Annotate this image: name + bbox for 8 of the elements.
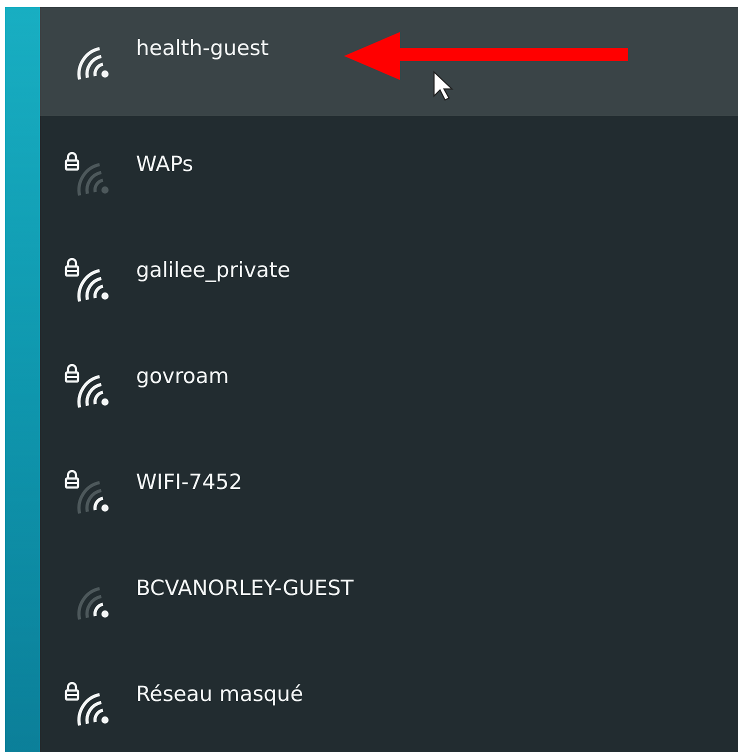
network-item[interactable]: WAPs: [40, 116, 738, 222]
network-item[interactable]: health-guest: [40, 7, 738, 116]
network-item[interactable]: WIFI-7452: [40, 434, 738, 540]
network-item[interactable]: Réseau masqué: [40, 646, 738, 752]
network-item[interactable]: galilee_private: [40, 222, 738, 328]
network-item[interactable]: govroam: [40, 328, 738, 434]
cursor-icon: [433, 70, 454, 101]
network-item[interactable]: BCVANORLEY-GUEST: [40, 540, 738, 646]
